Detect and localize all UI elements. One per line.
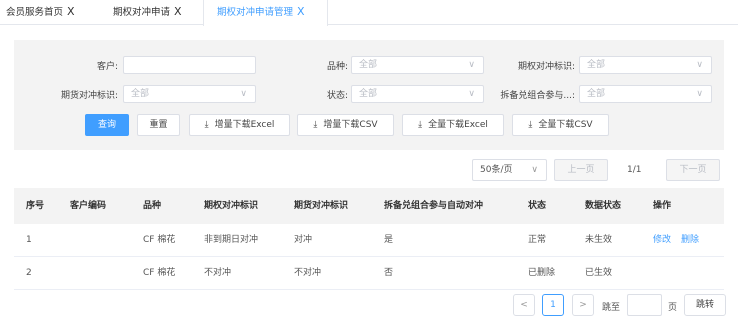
- close-icon[interactable]: X: [174, 5, 182, 18]
- chevron-down-icon: ∨: [531, 165, 538, 175]
- close-icon[interactable]: X: [297, 5, 305, 18]
- tab-label: 期权对冲申请: [113, 7, 171, 18]
- chevron-down-icon: ∨: [696, 89, 703, 99]
- page-unit-label: 页: [668, 303, 678, 313]
- cell-variety: CF 棉花: [143, 235, 176, 245]
- table-header: 序号 客户编码 品种 期权对冲标识 期货对冲标识 拆备兑组合参与自动对冲 状态 …: [14, 188, 724, 224]
- full-download-excel-button[interactable]: ⤓ 全量下载Excel: [402, 114, 504, 136]
- next-page-button[interactable]: 下一页: [666, 159, 720, 181]
- button-label: 全量下载CSV: [538, 120, 593, 130]
- page-number-button[interactable]: 1: [542, 294, 564, 316]
- col-header: 期权对冲标识: [204, 201, 259, 211]
- cell-status: 已删除: [528, 268, 556, 278]
- cell-option-hedge: 不对冲: [204, 268, 232, 278]
- full-download-csv-button[interactable]: ⤓ 全量下载CSV: [512, 114, 609, 136]
- col-header: 状态: [528, 201, 547, 211]
- option-hedge-value: 全部: [587, 60, 606, 70]
- cell-data-status: 未生效: [585, 235, 613, 245]
- page-size-value: 50条/页: [480, 165, 513, 175]
- cell-status: 正常: [528, 235, 547, 245]
- col-header: 品种: [143, 201, 162, 211]
- prev-page-arrow-button[interactable]: <: [513, 294, 535, 316]
- edit-link[interactable]: 修改: [653, 224, 671, 257]
- download-icon: ⤓: [204, 120, 209, 130]
- jump-to-label: 跳至: [602, 303, 621, 313]
- tab-label: 会员服务首页: [6, 7, 64, 18]
- col-header: 客户编码: [70, 201, 107, 211]
- button-label: 增量下载Excel: [214, 120, 275, 130]
- button-label: 增量下载CSV: [323, 120, 378, 130]
- cell-futures-hedge: 对冲: [294, 235, 313, 245]
- download-icon: ⤓: [528, 120, 533, 130]
- button-label: 全量下载Excel: [428, 120, 488, 130]
- jump-button[interactable]: 跳转: [684, 294, 726, 316]
- page-info: 1/1: [627, 165, 642, 175]
- customer-label: 客户:: [96, 62, 118, 72]
- chevron-down-icon: ∨: [468, 89, 475, 99]
- cell-data-status: 已生效: [585, 268, 613, 278]
- futures-hedge-value: 全部: [131, 89, 150, 99]
- delete-link[interactable]: 删除: [681, 224, 699, 257]
- customer-input[interactable]: [123, 56, 256, 74]
- col-header: 拆备兑组合参与自动对冲: [384, 201, 484, 211]
- page-size-select[interactable]: 50条/页 ∨: [472, 159, 547, 181]
- cell-no: 1: [26, 235, 32, 245]
- cell-futures-hedge: 不对冲: [294, 268, 322, 278]
- tab-bar: 会员服务首页 X 期权对冲申请 X 期权对冲申请管理 X: [0, 0, 738, 26]
- jump-page-input[interactable]: [627, 294, 662, 316]
- prev-page-button[interactable]: 上一页: [554, 159, 608, 181]
- download-icon: ⤓: [313, 120, 318, 130]
- futures-hedge-select[interactable]: 全部 ∨: [123, 85, 256, 103]
- split-value: 全部: [587, 89, 606, 99]
- cell-no: 2: [26, 268, 32, 278]
- chevron-down-icon: ∨: [468, 60, 475, 70]
- cell-split: 否: [384, 268, 394, 278]
- col-header: 序号: [26, 201, 45, 211]
- tab-label: 期权对冲申请管理: [217, 7, 294, 18]
- col-header: 期货对冲标识: [294, 201, 349, 211]
- table-row: 2 CF 棉花 不对冲 不对冲 否 已删除 已生效: [14, 257, 724, 290]
- status-label: 状态:: [326, 91, 348, 101]
- option-hedge-label: 期权对冲标识:: [517, 62, 575, 72]
- option-hedge-select[interactable]: 全部 ∨: [579, 56, 712, 74]
- tab-option-hedge-apply[interactable]: 期权对冲申请 X: [107, 0, 199, 25]
- download-icon: ⤓: [418, 120, 423, 130]
- chevron-down-icon: ∨: [696, 60, 703, 70]
- variety-select[interactable]: 全部 ∨: [351, 56, 484, 74]
- status-select[interactable]: 全部 ∨: [351, 85, 484, 103]
- incr-download-csv-button[interactable]: ⤓ 增量下载CSV: [297, 114, 394, 136]
- query-button[interactable]: 查询: [85, 114, 129, 136]
- cell-variety: CF 棉花: [143, 268, 176, 278]
- col-header: 数据状态: [585, 201, 622, 211]
- tab-option-hedge-manage[interactable]: 期权对冲申请管理 X: [203, 0, 328, 26]
- split-select[interactable]: 全部 ∨: [579, 85, 712, 103]
- reset-button[interactable]: 重置: [137, 114, 180, 136]
- table-row: 1 CF 棉花 非到期日对冲 对冲 是 正常 未生效 修改 删除: [14, 224, 724, 257]
- col-header: 操作: [653, 201, 672, 211]
- chevron-down-icon: ∨: [240, 89, 247, 99]
- variety-value: 全部: [359, 60, 378, 70]
- split-label: 拆备兑组合参与...:: [500, 91, 575, 101]
- cell-split: 是: [384, 235, 394, 245]
- incr-download-excel-button[interactable]: ⤓ 增量下载Excel: [189, 114, 290, 136]
- next-page-arrow-button[interactable]: >: [572, 294, 594, 316]
- variety-label: 品种:: [326, 62, 348, 72]
- cell-option-hedge: 非到期日对冲: [204, 235, 259, 245]
- futures-hedge-label: 期货对冲标识:: [60, 91, 118, 101]
- status-value: 全部: [359, 89, 378, 99]
- tab-member-home[interactable]: 会员服务首页 X: [0, 0, 96, 25]
- close-icon[interactable]: X: [67, 5, 75, 18]
